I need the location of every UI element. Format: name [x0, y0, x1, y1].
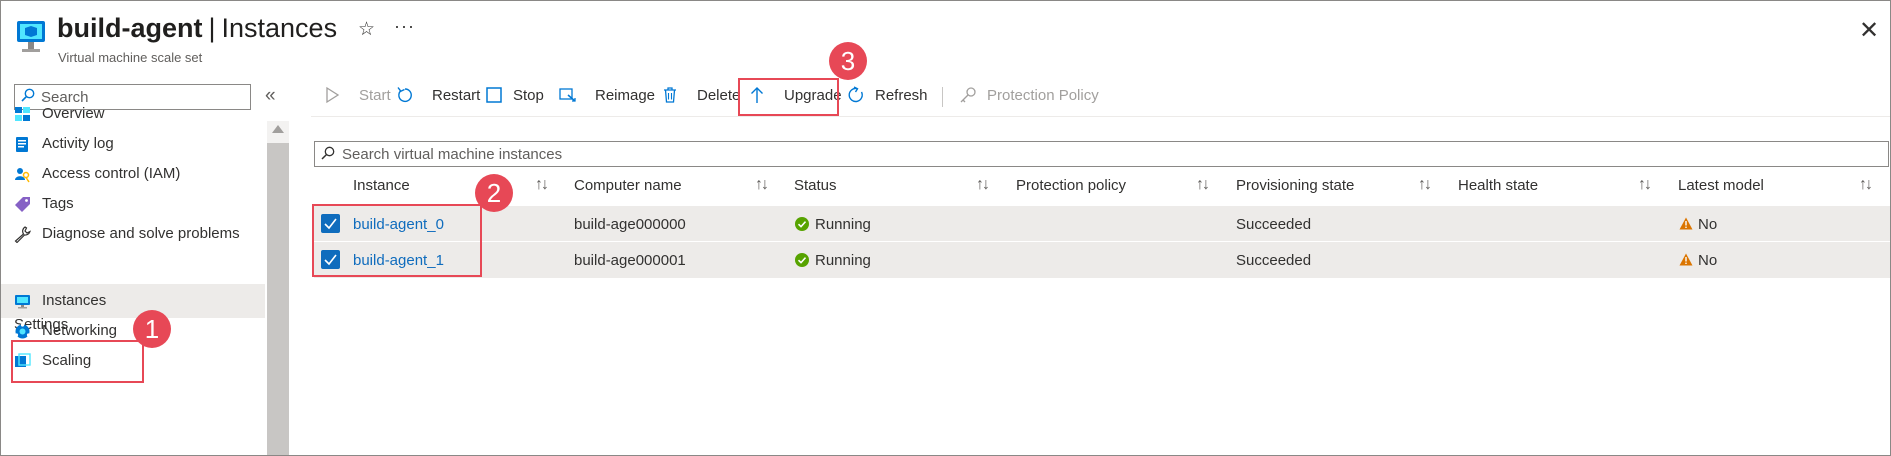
key-icon [960, 87, 976, 103]
sort-icon[interactable]: ↑↓ [976, 176, 990, 194]
callout-box-upgrade [738, 78, 839, 116]
sort-icon[interactable]: ↑↓ [1859, 176, 1873, 194]
search-icon [321, 146, 335, 160]
play-icon [326, 86, 340, 104]
sidebar: « Overview Activity log Access control (… [1, 71, 289, 455]
callout-box-instances [11, 340, 144, 383]
reimage-button[interactable]: Reimage [559, 79, 655, 113]
more-icon[interactable]: ··· [394, 16, 415, 37]
callout-badge-3: 3 [829, 42, 867, 80]
column-header-provisioning-state[interactable]: Provisioning state [1236, 177, 1354, 194]
sidebar-item-label: Activity log [42, 135, 114, 152]
callout-badge-2: 2 [475, 174, 513, 212]
callout-box-instance-selection [312, 204, 482, 277]
title-separator: | [208, 13, 216, 43]
instances-search-input[interactable] [342, 145, 1042, 163]
scroll-up-icon[interactable] [272, 125, 284, 133]
sidebar-item-diagnose[interactable]: Diagnose and solve problems [1, 217, 265, 251]
sidebar-item-label: Networking [42, 322, 118, 339]
sidebar-item-activity-log[interactable]: Activity log [1, 127, 265, 161]
warning-icon [1679, 253, 1693, 266]
sort-icon[interactable]: ↑↓ [1196, 176, 1210, 194]
provisioning-state-cell: Succeeded [1236, 252, 1312, 269]
sidebar-item-label: Overview [42, 105, 105, 122]
column-header-instance[interactable]: Instance [353, 177, 410, 194]
networking-icon [14, 323, 31, 339]
instances-search[interactable] [314, 141, 1889, 167]
refresh-button[interactable]: Refresh [847, 79, 937, 113]
sort-icon[interactable]: ↑↓ [1638, 176, 1652, 194]
iam-icon [15, 168, 30, 183]
resource-name: build-agent [57, 13, 203, 43]
restart-button[interactable]: Restart [396, 79, 496, 113]
blade-header: build-agent | Instances Virtual machine sc… [1, 1, 1890, 71]
sidebar-item-label: Diagnose and solve problems [42, 225, 240, 242]
close-icon[interactable]: ✕ [1859, 16, 1879, 45]
latest-model-cell: No [1698, 252, 1718, 269]
blade: build-agent | Instances Virtual machine sc… [0, 0, 1891, 456]
sidebar-item-label: Access control (IAM) [42, 165, 181, 182]
sidebar-item-label: Instances [42, 292, 107, 309]
toolbar-separator [311, 116, 1890, 117]
resource-type: Virtual machine scale set [58, 50, 203, 65]
table-row[interactable]: build-agent_0 build-age000000 Running Su… [314, 206, 1890, 242]
status-cell: Running [815, 252, 871, 269]
delete-button-label: Delete [697, 87, 741, 104]
delete-icon [664, 87, 676, 103]
star-icon[interactable]: ☆ [358, 18, 375, 41]
sidebar-scrollbar[interactable] [267, 121, 289, 455]
column-header-health-state[interactable]: Health state [1458, 177, 1538, 194]
restart-icon [397, 87, 412, 103]
refresh-icon [848, 86, 863, 103]
provisioning-state-cell: Succeeded [1236, 216, 1312, 233]
sidebar-item-instances[interactable]: Instances [1, 284, 265, 318]
wrench-icon [14, 226, 31, 243]
sort-icon[interactable]: ↑↓ [1418, 176, 1432, 194]
toolbar-divider [942, 87, 943, 107]
computer-name-cell: build-age000000 [574, 216, 686, 233]
sort-icon[interactable]: ↑↓ [535, 176, 549, 194]
tag-icon [15, 197, 30, 212]
sidebar-item-label: Tags [42, 195, 74, 212]
start-button-label: Start [359, 87, 391, 104]
delete-button[interactable]: Delete [661, 79, 741, 113]
stop-icon [486, 87, 502, 103]
sidebar-item-tags[interactable]: Tags [1, 187, 265, 221]
protection-policy-button-label: Protection Policy [987, 87, 1099, 104]
success-icon [795, 253, 809, 267]
reimage-button-label: Reimage [595, 87, 656, 104]
sidebar-item-overview[interactable]: Overview [1, 97, 265, 131]
refresh-button-label: Refresh [875, 87, 928, 104]
reimage-icon [559, 88, 576, 102]
instances-icon [15, 295, 30, 309]
activity-log-icon [16, 137, 28, 152]
computer-name-cell: build-age000001 [574, 252, 686, 269]
table-row[interactable]: build-agent_1 build-age000001 Running Su… [314, 242, 1890, 278]
column-header-computer-name[interactable]: Computer name [574, 177, 682, 194]
warning-icon [1679, 217, 1693, 230]
collapse-sidebar-icon[interactable]: « [265, 85, 276, 107]
scrollbar-thumb[interactable] [267, 143, 289, 455]
start-button[interactable]: Start [323, 79, 393, 113]
status-cell: Running [815, 216, 871, 233]
stop-button-label: Stop [513, 87, 544, 104]
protection-policy-button[interactable]: Protection Policy [959, 79, 1109, 113]
column-header-latest-model[interactable]: Latest model [1678, 177, 1764, 194]
success-icon [795, 217, 809, 231]
sidebar-item-iam[interactable]: Access control (IAM) [1, 157, 265, 191]
column-header-status[interactable]: Status [794, 177, 837, 194]
column-header-protection-policy[interactable]: Protection policy [1016, 177, 1126, 194]
sort-icon[interactable]: ↑↓ [755, 176, 769, 194]
page-title: build-agent | Instances [57, 13, 337, 44]
callout-badge-1: 1 [133, 310, 171, 348]
stop-button[interactable]: Stop [485, 79, 555, 113]
blade-title: Instances [221, 13, 338, 43]
restart-button-label: Restart [432, 87, 481, 104]
overview-icon [15, 107, 30, 121]
vm-scale-set-icon [17, 21, 45, 52]
latest-model-cell: No [1698, 216, 1718, 233]
